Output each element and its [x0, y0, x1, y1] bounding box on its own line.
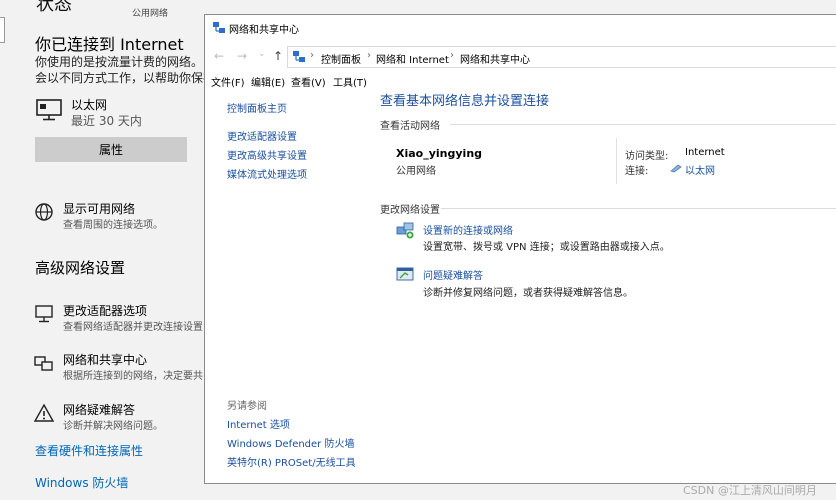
network-troubleshooter-link[interactable]: 网络疑难解答: [63, 401, 135, 418]
see-also-internet-options[interactable]: Internet 选项: [227, 416, 290, 431]
watermark-text: CSDN @江上清风山间明月: [683, 484, 817, 497]
properties-button[interactable]: 属性: [35, 137, 187, 162]
connected-heading: 你已连接到 Internet: [35, 35, 184, 54]
access-type-value: Internet: [685, 147, 725, 158]
setup-new-connection-link[interactable]: 设置新的连接或网络: [423, 222, 513, 237]
main-title: 查看基本网络信息并设置连接: [380, 94, 550, 109]
ethernet-usage: 最近 30 天内: [71, 114, 142, 128]
sharing-center-icon: [34, 356, 53, 371]
see-also-label: 另请参阅: [227, 401, 267, 412]
title-bar[interactable]: 网络和共享中心: [205, 15, 836, 42]
sidebar-media-streaming[interactable]: 媒体流式处理选项: [227, 166, 307, 181]
vertical-divider: [616, 138, 617, 184]
advanced-settings-heading: 高级网络设置: [35, 259, 126, 277]
settings-page-title: 状态: [36, 0, 72, 15]
history-dropdown-icon[interactable]: ⌄: [258, 49, 266, 59]
network-type: 公用网络: [396, 166, 436, 177]
section-divider: [441, 208, 836, 209]
show-networks-link[interactable]: 显示可用网络: [63, 200, 135, 217]
access-type-label: 访问类型:: [625, 151, 669, 162]
menu-file[interactable]: 文件(F): [211, 74, 245, 89]
sidebar-change-advanced-sharing[interactable]: 更改高级共享设置: [227, 147, 307, 162]
warning-icon: [34, 403, 54, 422]
network-name: Xiao_yingying: [396, 147, 483, 160]
network-troubleshooter-desc: 诊断并解决网络问题。: [63, 421, 163, 432]
status-description-line1: 你使用的是按流量计费的网络。: [35, 55, 204, 69]
window-edge-control[interactable]: [0, 17, 5, 43]
menu-bar: 文件(F) 编辑(E) 查看(V) 工具(T): [205, 72, 836, 90]
breadcrumb-sharing-center[interactable]: 网络和共享中心: [460, 51, 530, 66]
sharing-center-link[interactable]: 网络和共享中心: [63, 351, 147, 368]
change-adapter-options-desc: 查看网络适配器并更改连接设置: [63, 322, 203, 333]
ethernet-connection-icon: [670, 164, 682, 173]
window-title: 网络和共享中心: [229, 25, 299, 36]
sidebar-change-adapter-settings[interactable]: 更改适配器设置: [227, 128, 297, 143]
new-connection-icon: [396, 222, 414, 239]
troubleshoot-icon: [396, 267, 414, 281]
up-icon[interactable]: ↑: [273, 49, 283, 63]
breadcrumb-separator-icon[interactable]: ›: [310, 50, 314, 61]
troubleshoot-problems-link[interactable]: 问题疑难解答: [423, 267, 483, 282]
menu-tools[interactable]: 工具(T): [333, 74, 367, 89]
menu-view[interactable]: 查看(V): [291, 74, 326, 89]
change-adapter-options-link[interactable]: 更改适配器选项: [63, 302, 147, 319]
section-divider: [450, 124, 836, 125]
setup-new-connection-desc: 设置宽带、拨号或 VPN 连接；或设置路由器或接入点。: [423, 242, 670, 253]
hardware-properties-link[interactable]: 查看硬件和连接属性: [35, 442, 143, 459]
sidebar-control-panel-home[interactable]: 控制面板主页: [227, 100, 287, 115]
status-description-line2: 会以不同方式工作，以帮助你保存: [35, 71, 216, 85]
network-app-icon: [213, 22, 225, 33]
troubleshoot-problems-desc: 诊断并修复网络问题，或者获得疑难解答信息。: [423, 288, 633, 299]
breadcrumb-separator-icon[interactable]: ›: [367, 50, 371, 61]
back-icon[interactable]: ←: [214, 49, 224, 63]
active-networks-label: 查看活动网络: [380, 121, 440, 132]
connection-label: 连接:: [625, 166, 649, 177]
windows-firewall-link[interactable]: Windows 防火墙: [35, 474, 128, 491]
menu-edit[interactable]: 编辑(E): [251, 74, 285, 89]
breadcrumb-network-internet[interactable]: 网络和 Internet: [376, 51, 449, 66]
sharing-center-desc: 根据所连接到的网络，决定要共: [63, 371, 203, 382]
control-panel-icon: [293, 51, 305, 62]
network-type-label: 公用网络: [132, 9, 169, 19]
adapter-icon: [35, 305, 53, 323]
see-also-defender-firewall[interactable]: Windows Defender 防火墙: [227, 435, 354, 450]
address-bar[interactable]: › 控制面板 › 网络和 Internet › 网络和共享中心: [287, 46, 836, 68]
show-networks-desc: 查看周围的连接选项。: [63, 220, 163, 231]
address-bar-row: ← → ⌄ ↑ › 控制面板 › 网络和 Internet › 网络和共享中心: [205, 42, 836, 72]
breadcrumb-separator-icon[interactable]: ›: [450, 50, 454, 61]
forward-icon[interactable]: →: [237, 49, 247, 63]
ethernet-name: 以太网: [71, 98, 108, 112]
see-also-intel-proset[interactable]: 英特尔(R) PROSet/无线工具: [227, 454, 356, 469]
ethernet-pc-icon: [36, 99, 62, 121]
breadcrumb-control-panel[interactable]: 控制面板: [321, 51, 361, 66]
globe-icon: [35, 203, 53, 221]
connection-ethernet-link[interactable]: 以太网: [685, 162, 715, 177]
change-settings-label: 更改网络设置: [380, 205, 440, 216]
content-area: 控制面板主页 更改适配器设置 更改高级共享设置 媒体流式处理选项 另请参阅 In…: [205, 90, 836, 483]
sharing-center-window: 网络和共享中心 ← → ⌄ ↑ › 控制面板 › 网络和 Internet › …: [204, 14, 836, 484]
